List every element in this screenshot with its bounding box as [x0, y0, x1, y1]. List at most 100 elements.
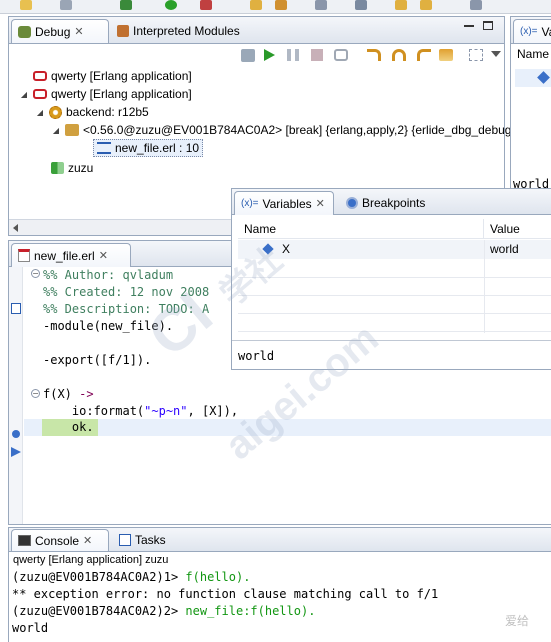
debug-bug-icon — [18, 25, 31, 38]
drop-to-frame-icon[interactable] — [439, 49, 453, 61]
tab-console[interactable]: Console ✕ — [11, 529, 109, 551]
tab-variables[interactable]: (x)= Variables ✕ — [234, 191, 334, 215]
code-line-4: -module(new_file). — [43, 319, 174, 333]
tab-variables-label: Variables — [262, 196, 312, 211]
view-menu-chevron-down-icon[interactable] — [491, 51, 501, 57]
variable-value: world — [490, 242, 519, 256]
tree-item-process[interactable]: ◢ <0.56.0@zuzu@EV001B784AC0A2> [break] {… — [51, 121, 518, 139]
close-icon[interactable]: ✕ — [99, 249, 108, 262]
step-return-icon[interactable] — [417, 49, 431, 61]
tab-debug[interactable]: Debug ✕ — [11, 19, 109, 43]
variable-diamond-icon — [262, 243, 274, 255]
close-icon[interactable]: ✕ — [83, 534, 92, 547]
console-line-1: (zuzu@EV001B784AC0A2)1> f(hello). — [12, 570, 251, 584]
code-line-3: %% Description: TODO: A — [43, 302, 210, 316]
tree-item-stack-frame[interactable]: new_file.erl : 10 — [93, 139, 204, 157]
scroll-left-icon[interactable] — [13, 224, 18, 232]
minimize-icon[interactable] — [464, 25, 474, 27]
forward-icon[interactable] — [420, 0, 432, 10]
perspective-icon[interactable] — [470, 0, 482, 10]
tab-tasks[interactable]: Tasks — [113, 529, 172, 551]
column-header-value[interactable]: Value — [484, 219, 551, 239]
tab-variables-right[interactable]: (x)= Va — [513, 19, 551, 43]
column-header-name[interactable]: Name — [238, 219, 484, 239]
task-marker-icon[interactable] — [11, 303, 21, 314]
console-line-3: (zuzu@EV001B784AC0A2)2> new_file:f(hello… — [12, 604, 316, 618]
tree-item-label: qwerty [Erlang application] — [51, 69, 192, 83]
node-run-icon — [51, 162, 64, 174]
open-folder-icon[interactable] — [250, 0, 262, 10]
external-tools-icon[interactable] — [200, 0, 212, 10]
tab-breakpoints-label: Breakpoints — [362, 196, 426, 210]
breakpoints-icon — [346, 197, 358, 209]
console-line-4: world — [12, 621, 49, 635]
code-line-5: -export([f/1]). — [43, 353, 152, 367]
variables-icon: (x)= — [241, 198, 259, 209]
navigate-icon[interactable] — [315, 0, 327, 10]
step-over-icon[interactable] — [392, 49, 406, 61]
module-icon — [117, 25, 129, 37]
erlang-app-icon — [33, 71, 47, 81]
suspended-process-icon — [65, 124, 79, 136]
console-header: qwerty [Erlang application] zuzu — [13, 554, 169, 566]
save-icon[interactable] — [60, 0, 72, 10]
tree-item-label: new_file.erl : 10 — [115, 141, 200, 155]
expand-triangle-icon[interactable]: ◢ — [19, 90, 29, 99]
fold-collapse-icon[interactable]: − — [31, 269, 40, 278]
horizontal-scrollbar[interactable] — [9, 219, 239, 235]
right-name-header: Name — [517, 47, 550, 61]
tab-debug-label: Debug — [35, 24, 71, 39]
current-line-highlight — [24, 419, 551, 436]
terminate-icon[interactable] — [311, 49, 323, 61]
erl-file-icon — [18, 249, 30, 262]
step-into-icon[interactable] — [367, 49, 381, 61]
fold-collapse-icon[interactable]: − — [31, 389, 40, 398]
right-selected-row[interactable] — [515, 69, 551, 87]
detail-divider — [232, 340, 551, 341]
variable-row[interactable]: X world — [238, 240, 551, 259]
console-line-2: ** exception error: no function clause m… — [12, 587, 439, 601]
disconnect-icon[interactable] — [334, 49, 348, 61]
use-step-filters-icon[interactable] — [469, 49, 483, 61]
new-file-icon[interactable] — [20, 0, 32, 10]
code-line-8: ok. — [43, 420, 94, 434]
maximize-icon[interactable] — [483, 21, 493, 30]
variable-detail-pane[interactable]: world — [238, 349, 274, 363]
debug-tabbar: Debug ✕ Interpreted Modules — [9, 17, 504, 44]
variable-name: X — [282, 242, 291, 256]
main-toolbar — [0, 0, 551, 14]
code-line-6: f(X) -> — [43, 387, 94, 401]
run-icon[interactable] — [165, 0, 177, 10]
tree-item-label: backend: r12b5 — [66, 105, 149, 119]
tab-right-label: Va — [541, 24, 551, 39]
debug-toolbar — [239, 47, 501, 65]
debug-bug-icon[interactable] — [120, 0, 132, 10]
expand-triangle-icon[interactable]: ◢ — [35, 108, 45, 117]
remove-terminated-icon[interactable] — [241, 49, 255, 62]
console-icon — [18, 535, 31, 546]
back-icon[interactable] — [395, 0, 407, 10]
resume-icon[interactable] — [264, 49, 275, 61]
tab-breakpoints[interactable]: Breakpoints — [340, 191, 431, 215]
code-line-7: io:format("~p~n", [X]), — [43, 404, 239, 418]
variable-diamond-icon — [537, 71, 550, 84]
tree-item-launch-2[interactable]: ◢ qwerty [Erlang application] — [19, 85, 192, 103]
tasks-icon — [119, 534, 131, 546]
expand-triangle-icon[interactable]: ◢ — [51, 126, 61, 135]
tree-item-node[interactable]: zuzu — [51, 159, 93, 177]
tree-item-backend[interactable]: ◢ backend: r12b5 — [35, 103, 149, 121]
suspend-icon[interactable] — [287, 49, 299, 61]
close-icon[interactable]: ✕ — [74, 25, 83, 38]
tree-item-label: qwerty [Erlang application] — [51, 87, 192, 101]
backend-gear-icon — [49, 105, 62, 119]
tree-item-label: zuzu — [68, 161, 94, 175]
edit-icon[interactable] — [275, 0, 287, 10]
close-icon[interactable]: ✕ — [316, 197, 325, 210]
next-annotation-icon[interactable] — [355, 0, 367, 10]
tab-console-label: Console — [35, 533, 80, 548]
tree-item-launch-1[interactable]: qwerty [Erlang application] — [19, 67, 192, 85]
breakpoint-icon[interactable] — [12, 430, 20, 438]
tab-interpreted-modules[interactable]: Interpreted Modules — [111, 19, 246, 43]
tab-new-file-erl[interactable]: new_file.erl ✕ — [11, 243, 131, 267]
tab-interpreted-label: Interpreted Modules — [133, 24, 240, 38]
